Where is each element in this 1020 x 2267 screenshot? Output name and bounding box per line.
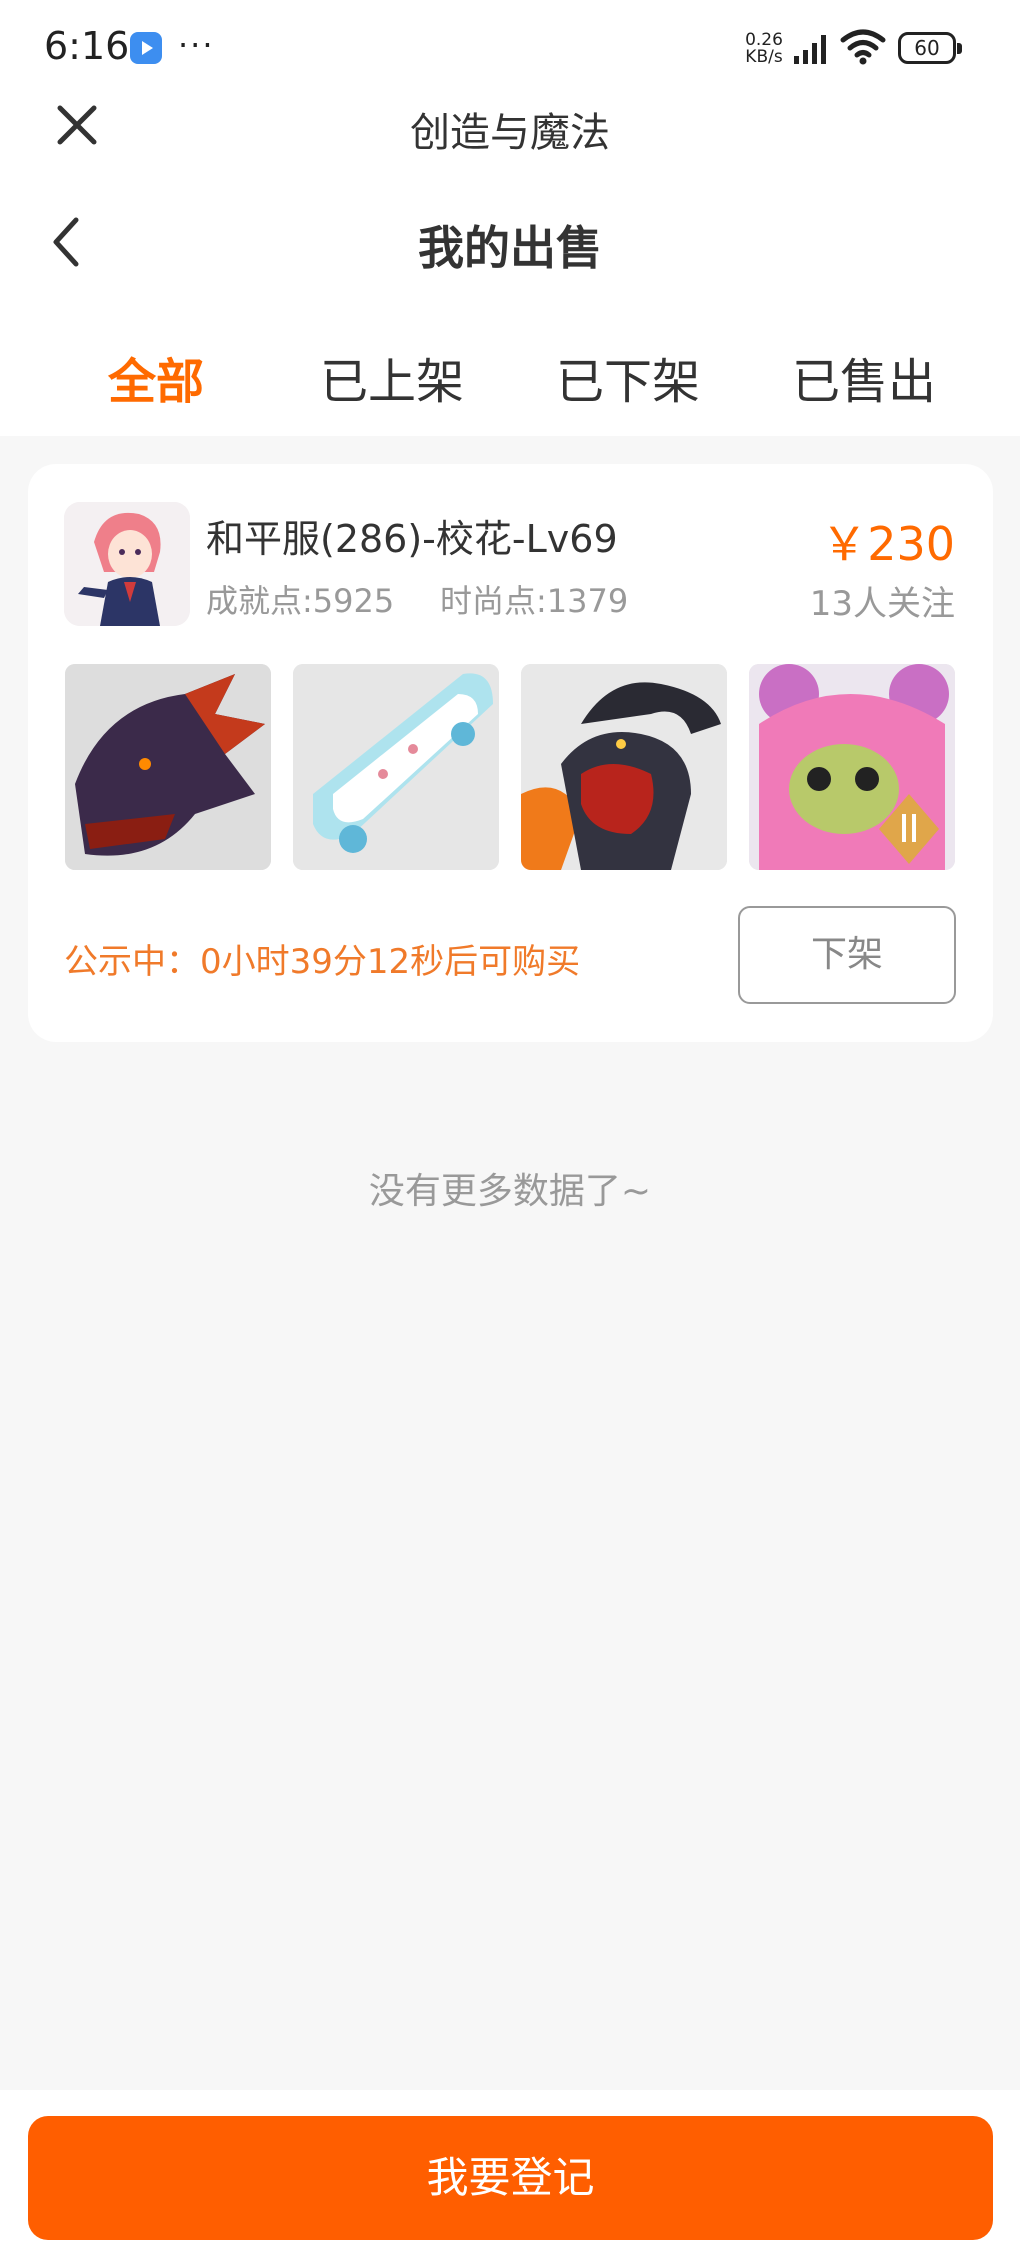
register-button[interactable]: 我要登记: [28, 2116, 993, 2240]
tab-listed[interactable]: 已上架: [274, 342, 510, 412]
page-title: 我的出售: [418, 221, 602, 275]
video-app-icon: [130, 32, 162, 64]
skateboard-icon[interactable]: [293, 664, 499, 870]
character-avatar-icon: [64, 502, 190, 626]
tab-sold[interactable]: 已售出: [746, 342, 982, 412]
signal-icon: [794, 35, 826, 64]
publicity-countdown: 公示中：0小时39分12秒后可购买: [64, 942, 581, 982]
wifi-icon: [840, 29, 886, 65]
tab-bar: 全部 已上架 已下架 已售出: [0, 302, 1020, 436]
battery-icon: 60: [898, 32, 962, 64]
dragon-mount-icon[interactable]: [65, 664, 271, 870]
tab-all[interactable]: 全部: [38, 342, 274, 412]
follower-count: 13人关注: [809, 584, 955, 624]
tab-delisted[interactable]: 已下架: [510, 342, 746, 412]
achievement-points: 成就点:5925: [206, 582, 395, 620]
black-ram-mount-icon[interactable]: [521, 664, 727, 870]
fashion-points: 时尚点:1379: [440, 582, 629, 620]
listing-price: ￥230: [821, 517, 955, 571]
pink-bear-icon[interactable]: [749, 664, 955, 870]
listing-title: 和平服(286)-校花-Lv69: [206, 517, 618, 561]
status-time: 6:16: [44, 24, 130, 68]
list-end-message: 没有更多数据了~: [368, 1171, 652, 1212]
battery-level: 60: [914, 36, 940, 60]
delist-button[interactable]: 下架: [738, 906, 956, 1004]
network-speed-unit: KB/s: [745, 47, 783, 67]
more-notifications-icon: ···: [178, 26, 215, 64]
app-title: 创造与魔法: [410, 110, 610, 156]
network-speed: 0.26 KB/s: [742, 32, 786, 66]
status-bar: 6:16 ··· 0.26 KB/s 60: [0, 0, 1020, 96]
